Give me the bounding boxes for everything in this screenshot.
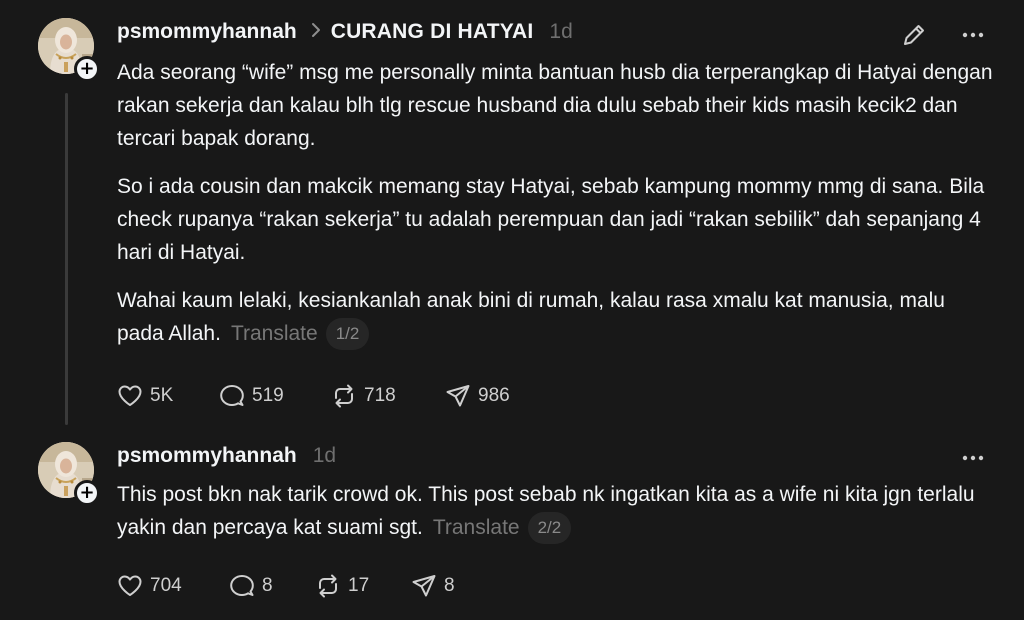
thread-page-badge: 1/2	[325, 318, 370, 350]
post-header: psmommyhannah CURANG DI HATYAI 1d	[117, 20, 573, 44]
thread-post-2: + psmommyhannah 1d This post bkn nak tar…	[0, 434, 1024, 620]
heart-icon	[118, 385, 142, 406]
repost-count: 718	[364, 385, 396, 406]
thread-page-badge: 2/2	[527, 512, 572, 544]
share-count: 8	[444, 575, 455, 596]
more-options-icon[interactable]	[958, 451, 988, 465]
like-button[interactable]: 704	[116, 572, 228, 600]
repost-count: 17	[348, 575, 370, 596]
post-paragraph-last: This post bkn nak tarik crowd ok. This p…	[117, 478, 997, 544]
repost-button[interactable]: 17	[314, 572, 410, 600]
like-count: 704	[150, 575, 182, 596]
thread-line	[65, 93, 68, 425]
repost-button[interactable]: 718	[330, 382, 444, 410]
post-paragraph: Ada seorang “wife” msg me personally min…	[117, 61, 993, 150]
heart-icon	[118, 575, 142, 596]
comment-icon	[230, 575, 254, 596]
follow-plus-icon[interactable]: +	[74, 56, 100, 82]
share-icon	[412, 575, 436, 597]
post-body: This post bkn nak tarik crowd ok. This p…	[117, 478, 997, 559]
edit-icon[interactable]	[900, 21, 928, 49]
post-paragraph: So i ada cousin dan makcik memang stay H…	[117, 175, 985, 264]
username[interactable]: psmommyhannah	[117, 20, 297, 44]
share-icon	[446, 385, 470, 407]
avatar[interactable]: +	[38, 18, 100, 82]
post-paragraph-last: Wahai kaum lelaki, kesiankanlah anak bin…	[117, 284, 997, 350]
community-name[interactable]: CURANG DI HATYAI	[331, 20, 534, 44]
post-body: Ada seorang “wife” msg me personally min…	[117, 56, 997, 365]
username[interactable]: psmommyhannah	[117, 444, 297, 468]
reply-count: 8	[262, 575, 273, 596]
post-time: 1d	[549, 20, 573, 43]
repost-icon	[335, 384, 353, 408]
follow-plus-icon[interactable]: +	[74, 480, 100, 506]
reply-button[interactable]: 8	[228, 572, 314, 600]
like-button[interactable]: 5K	[116, 382, 218, 410]
share-count: 986	[478, 385, 510, 406]
post-header: psmommyhannah 1d	[117, 444, 336, 468]
thread-post-1: + psmommyhannah CURANG DI HATYAI 1d Ada …	[0, 0, 1024, 434]
post-actions: 704 8 17 8	[116, 572, 455, 600]
avatar[interactable]: +	[38, 442, 100, 506]
repost-icon	[319, 574, 337, 598]
chevron-right-icon	[311, 21, 321, 44]
more-options-icon[interactable]	[958, 28, 988, 42]
reply-button[interactable]: 519	[218, 382, 330, 410]
post-actions: 5K 519 718 986	[116, 382, 510, 410]
translate-link[interactable]: Translate	[231, 322, 318, 345]
share-button[interactable]: 986	[444, 382, 510, 410]
share-button[interactable]: 8	[410, 572, 455, 600]
translate-link[interactable]: Translate	[433, 516, 520, 539]
post-time: 1d	[312, 444, 337, 467]
like-count: 5K	[150, 385, 174, 406]
comment-icon	[220, 385, 244, 406]
reply-count: 519	[252, 385, 284, 406]
